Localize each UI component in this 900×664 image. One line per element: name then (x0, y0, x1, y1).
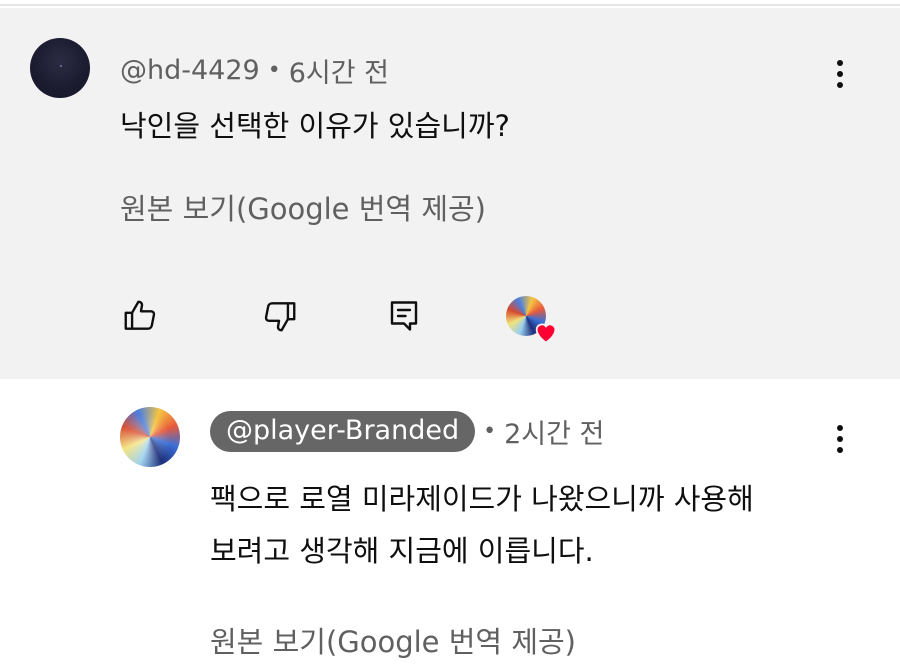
creator-handle-chip[interactable]: @player-Branded (210, 410, 476, 452)
comment-meta: @hd-4429 • 6시간 전 (120, 50, 389, 90)
view-original-link[interactable]: 원본 보기(Google 번역 제공) (210, 619, 576, 661)
view-original-link[interactable]: 원본 보기(Google 번역 제공) (120, 186, 486, 228)
comment-text: 낙인을 선택한 이유가 있습니까? (120, 109, 510, 143)
reply-meta: @player-Branded • 2시간 전 (210, 409, 604, 453)
reply-timestamp: 2시간 전 (504, 418, 605, 450)
creator-heart-icon[interactable] (506, 296, 560, 348)
reply-icon[interactable] (384, 296, 424, 336)
reply-text-line: 팩으로 로열 미라제이드가 나왔으니까 사용해 (210, 482, 754, 516)
top-divider (0, 0, 900, 6)
reply-comment: @player-Branded • 2시간 전 팩으로 로열 미라제이드가 나왔… (0, 379, 900, 664)
reply-text: 팩으로 로열 미라제이드가 나왔으니까 사용해 보려고 생각해 지금에 이릅니다… (210, 473, 850, 577)
heart-icon (535, 323, 557, 344)
like-icon[interactable] (120, 296, 160, 336)
more-options-icon[interactable] (828, 417, 852, 461)
creator-avatar[interactable] (120, 407, 180, 467)
highlighted-comment: @hd-4429 • 6시간 전 낙인을 선택한 이유가 있습니까? 원본 보기… (0, 8, 900, 379)
commenter-avatar[interactable] (30, 38, 90, 98)
comment-timestamp: 6시간 전 (288, 57, 389, 89)
reply-text-line: 보려고 생각해 지금에 이릅니다. (210, 534, 594, 568)
separator-dot: • (267, 57, 281, 83)
more-options-icon[interactable] (828, 52, 852, 96)
comment-author-handle[interactable]: @hd-4429 (120, 55, 260, 86)
separator-dot: • (483, 418, 497, 444)
dislike-icon[interactable] (260, 296, 300, 336)
